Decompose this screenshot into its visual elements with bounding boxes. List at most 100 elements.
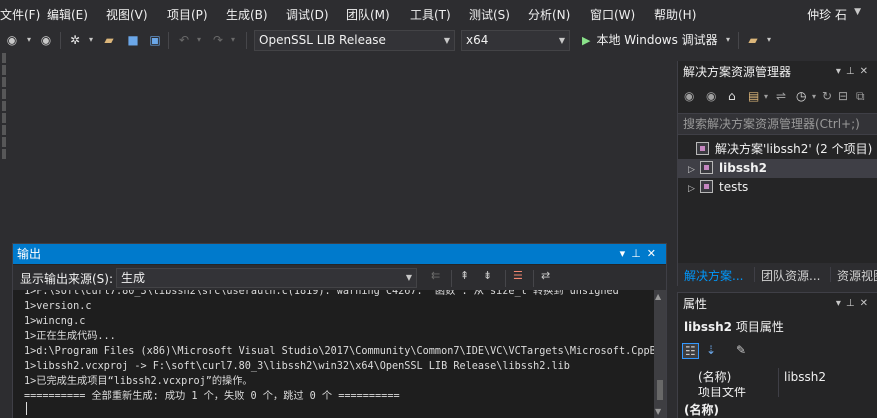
menu-view[interactable]: 视图(V) [106,6,148,23]
alphabetical-icon[interactable]: ⇣ [706,343,716,357]
switch-views-icon[interactable]: ▤ [748,89,759,103]
toolbar-separator [533,270,534,287]
menu-debug[interactable]: 调试(D) [286,6,329,23]
output-line: 1>已完成生成项目“libssh2.vcxproj”的操作。 [24,376,253,387]
menu-tools[interactable]: 工具(T) [410,6,451,23]
left-tool-strip[interactable] [0,53,9,418]
forward-icon[interactable]: ◉ [38,31,54,49]
open-icon[interactable]: ▰ [100,31,118,49]
object-name: libssh2 [684,320,732,334]
menu-edit[interactable]: 编辑(E) [47,6,88,23]
tab-resource-view[interactable]: 资源视图 [837,267,877,284]
undo-icon[interactable]: ↶ [176,31,192,49]
project-icon [700,161,713,174]
toolbar-separator [505,270,506,287]
find-icon[interactable]: ▰ [744,31,762,49]
close-icon[interactable]: ✕ [860,298,873,309]
previous-message-icon[interactable]: ⇞ [460,269,469,282]
new-project-icon[interactable]: ✲ [66,31,84,49]
solution-icon [696,142,709,155]
scroll-up-icon[interactable]: ▲ [655,292,661,301]
menu-build[interactable]: 生成(B) [226,6,268,23]
scroll-down-icon[interactable]: ▼ [655,407,661,416]
dropdown-icon[interactable]: ▾ [620,247,632,260]
tab-team-explorer[interactable]: 团队资源... [761,267,820,284]
categorized-icon[interactable]: ☷ [682,343,699,359]
project-node-libssh2[interactable]: ▷ libssh2 [678,159,877,178]
properties-pane: 属性 ▾⊥✕ libssh2 项目属性 ☷ ⇣ ✎ (名称) libssh2 项… [677,292,877,418]
menu-test[interactable]: 测试(S) [469,6,510,23]
output-scrollbar[interactable]: ▲ ▼ [654,290,666,418]
property-name: 项目文件 [698,387,747,397]
toolbar-separator [738,32,739,49]
properties-titlebar: 属性 ▾⊥✕ [678,293,877,315]
menu-analyze[interactable]: 分析(N) [528,6,570,23]
toolbar-overflow-icon[interactable]: ▾ [764,31,774,49]
menu-window[interactable]: 窗口(W) [590,6,635,23]
properties-title: 属性 [683,297,708,311]
history-dropdown-icon[interactable]: ▾ [812,92,816,101]
undo-dropdown-icon[interactable]: ▾ [194,31,204,49]
close-icon[interactable]: ✕ [647,247,662,260]
object-type: 项目属性 [735,320,784,334]
property-value: libssh2 [784,370,827,384]
chevron-down-icon: ▼ [443,36,450,45]
menu-file[interactable]: 文件(F) [0,6,40,23]
word-wrap-icon[interactable]: ⇄ [541,269,550,282]
property-row[interactable]: 项目文件 [678,387,877,397]
pin-icon[interactable]: ⊥ [846,298,860,309]
wrench-icon[interactable]: ✎ [736,343,746,357]
output-line: 1>version.c [24,301,92,312]
redo-icon[interactable]: ↷ [210,31,226,49]
history-icon[interactable]: ◷ [796,89,806,103]
back-icon[interactable]: ◉ [684,89,694,103]
menu-project[interactable]: 项目(P) [167,6,208,23]
tab-solution-explorer[interactable]: 解决方案... [684,267,743,284]
output-source-label: 显示输出来源(S): [20,272,114,286]
refresh-icon[interactable]: ↻ [822,89,832,103]
solution-search-placeholder: 搜索解决方案资源管理器(Ctrl+;) [683,117,860,131]
home-icon[interactable]: ⌂ [728,89,736,103]
pin-icon[interactable]: ⊥ [846,66,860,77]
solution-search-input[interactable]: 搜索解决方案资源管理器(Ctrl+;) [678,113,877,135]
solution-explorer-tabs: 解决方案... 团队资源... 资源视图 [678,263,877,286]
redo-dropdown-icon[interactable]: ▾ [228,31,238,49]
output-source-select[interactable]: 生成 ▼ [116,268,417,288]
sync-icon[interactable]: ⇌ [776,89,786,103]
solution-node[interactable]: 解决方案'libssh2' (2 个项目) [678,140,877,159]
scroll-thumb[interactable] [657,380,663,400]
clear-all-icon[interactable]: ☰ [513,269,523,282]
start-debugging-button[interactable]: ▶ 本地 Windows 调试器 [582,31,718,50]
back-dropdown-icon[interactable]: ▾ [24,31,34,49]
next-message-icon[interactable]: ⇟ [483,269,492,282]
save-all-icon[interactable]: ▣ [146,31,164,49]
output-text-area[interactable]: 1>F:\soft\curl7.80_3\libssh2\src\useraut… [13,290,654,418]
properties-object-selector[interactable]: libssh2 项目属性 [684,318,784,335]
menu-help[interactable]: 帮助(H) [654,6,696,23]
run-dropdown-icon[interactable]: ▾ [723,31,733,49]
save-icon[interactable]: ■ [124,31,142,49]
chevron-down-icon[interactable]: ▼ [854,7,861,17]
toolbar-separator [246,32,247,49]
collapse-icon[interactable]: ⊟ [838,89,848,103]
pane-controls: ▾⊥✕ [836,61,873,83]
new-dropdown-icon[interactable]: ▾ [86,31,96,49]
configuration-select[interactable]: OpenSSL LIB Release ▼ [254,30,455,51]
close-icon[interactable]: ✕ [860,66,873,77]
dropdown-icon[interactable]: ▾ [836,66,846,77]
show-all-files-icon[interactable]: ⧉ [856,89,865,104]
forward-icon[interactable]: ◉ [706,89,716,103]
pin-icon[interactable]: ⊥ [631,247,647,260]
property-name: (名称) [698,370,732,384]
user-account[interactable]: 仲珍 石 [807,6,847,23]
switch-views-dropdown-icon[interactable]: ▾ [764,92,768,101]
find-message-icon[interactable]: ⇇ [431,269,440,282]
menu-team[interactable]: 团队(M) [346,6,390,23]
back-icon[interactable]: ◉ [4,31,20,49]
platform-select[interactable]: x64 ▼ [461,30,570,51]
output-source-bar: 显示输出来源(S): 生成 ▼ ⇇ ⇞ ⇟ ☰ ⇄ [13,265,666,290]
expand-icon[interactable]: ▷ [688,180,700,199]
dropdown-icon[interactable]: ▾ [836,298,846,309]
project-node-tests[interactable]: ▷ tests [678,178,877,197]
property-row[interactable]: (名称) libssh2 [678,368,877,387]
